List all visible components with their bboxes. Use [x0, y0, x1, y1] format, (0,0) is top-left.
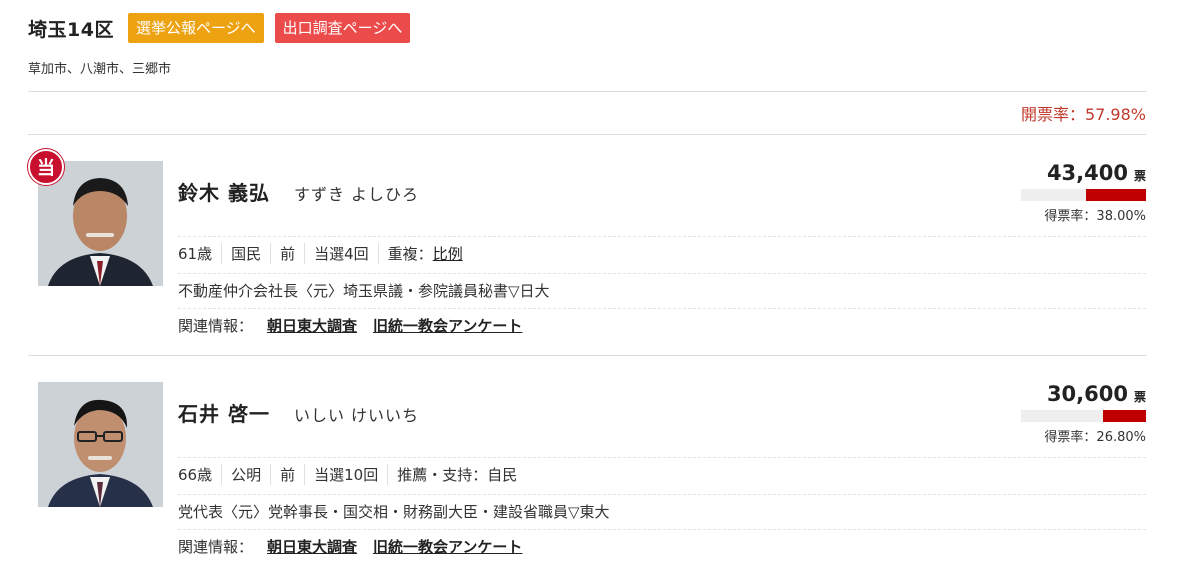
vote-summary: 30,600 票 得票率：26.80%: [1016, 382, 1146, 445]
candidate-card: 当 鈴木 義弘 すずき よしひろ 43,400 票 得票率：38.00% 61歳 …: [28, 149, 1146, 371]
candidate-card: 石井 啓一 いしい けいいち 30,600 票 得票率：26.80% 66歳 公明…: [28, 382, 1146, 570]
candidate-kana: すずき よしひろ: [293, 185, 420, 204]
candidate-meta: 66歳 公明 前 当選10回 推薦・支持：自民: [178, 464, 526, 485]
divider: [178, 273, 1146, 274]
divider: [178, 308, 1146, 309]
divider: [28, 355, 1146, 356]
turnout-rate: 開票率：57.98%: [1020, 105, 1146, 124]
candidate-name-row: 石井 啓一 いしい けいいち: [178, 398, 419, 427]
koho-page-button[interactable]: 選挙公報ページへ: [127, 13, 264, 43]
candidate-career: 不動産仲介会社長〈元〉埼玉県議・参院議員秘書▽日大: [178, 282, 550, 300]
winner-badge: 当: [28, 149, 64, 185]
candidate-meta: 61歳 国民 前 当選4回 重複：比例: [178, 243, 472, 264]
candidate-career: 党代表〈元〉党幹事長・国交相・財務副大臣・建設省職員▽東大: [178, 503, 610, 521]
district-title: 埼玉14区: [28, 18, 114, 41]
divider: [178, 457, 1146, 458]
proportional-link[interactable]: 比例: [433, 245, 463, 263]
divider: [178, 236, 1146, 237]
portrait-photo: [38, 382, 163, 507]
candidate-age: 61歳: [178, 245, 213, 263]
candidate-party: 公明: [221, 464, 270, 485]
candidate-terms: 当選4回: [304, 243, 378, 264]
candidate-name-row: 鈴木 義弘 すずき よしひろ: [178, 177, 419, 206]
candidate-endorsement: 推薦・支持：自民: [387, 464, 526, 485]
vote-share-text: 得票率：38.00%: [1044, 209, 1146, 224]
district-cities: 草加市、八潮市、三郷市: [28, 62, 172, 77]
vote-unit: 票: [1133, 390, 1146, 404]
divider: [28, 91, 1146, 92]
vote-count: 30,600: [1046, 382, 1128, 406]
candidate-age: 66歳: [178, 466, 213, 484]
district-header: 埼玉14区 選挙公報ページへ 出口調査ページへ: [28, 13, 421, 43]
divider: [178, 529, 1146, 530]
related-label: 関連情報：: [178, 538, 254, 556]
candidate-kana: いしい けいいち: [293, 406, 420, 425]
divider: [178, 494, 1146, 495]
divider: [28, 134, 1146, 135]
vote-unit: 票: [1133, 169, 1146, 183]
vote-share-fill: [1103, 410, 1146, 422]
vote-summary: 43,400 票 得票率：38.00%: [1016, 161, 1146, 224]
candidate-party: 国民: [221, 243, 270, 264]
asahi-todai-survey-link[interactable]: 朝日東大調査: [267, 315, 357, 336]
asahi-todai-survey-link[interactable]: 朝日東大調査: [267, 536, 357, 557]
candidate-status: 前: [270, 464, 304, 485]
related-info: 関連情報： 朝日東大調査 旧統一教会アンケート: [178, 315, 538, 336]
candidate-status: 前: [270, 243, 304, 264]
related-info: 関連情報： 朝日東大調査 旧統一教会アンケート: [178, 536, 538, 557]
candidate-terms: 当選10回: [304, 464, 387, 485]
related-label: 関連情報：: [178, 317, 254, 335]
unification-church-survey-link[interactable]: 旧統一教会アンケート: [373, 536, 522, 557]
candidate-name: 石井 啓一: [178, 402, 270, 426]
vote-share-fill: [1086, 189, 1146, 201]
vote-share-text: 得票率：26.80%: [1044, 430, 1146, 445]
candidate-duplicate: 重複：比例: [377, 243, 472, 264]
duplicate-label: 重複：: [387, 245, 433, 263]
vote-share-bar: [1021, 189, 1146, 201]
vote-share-bar: [1021, 410, 1146, 422]
unification-church-survey-link[interactable]: 旧統一教会アンケート: [373, 315, 522, 336]
exit-poll-page-button[interactable]: 出口調査ページへ: [274, 13, 411, 43]
candidate-name: 鈴木 義弘: [178, 181, 270, 205]
vote-count: 43,400: [1046, 161, 1128, 185]
